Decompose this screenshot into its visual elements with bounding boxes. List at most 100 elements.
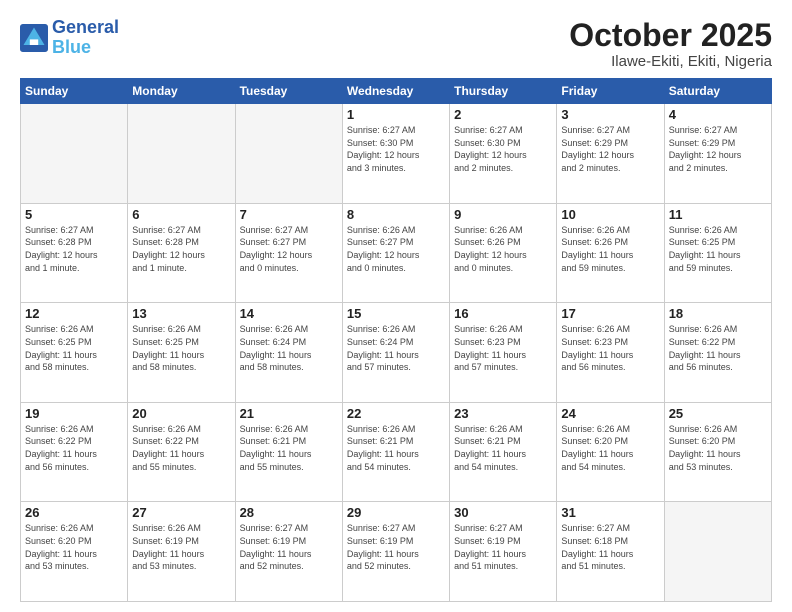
calendar-week-2: 5 Sunrise: 6:27 AM Sunset: 6:28 PM Daylig…	[21, 203, 772, 303]
calendar-cell: 27Sunrise: 6:26 AM Sunset: 6:19 PM Dayli…	[128, 502, 235, 602]
calendar-cell	[235, 104, 342, 204]
day-number: 20	[132, 406, 230, 421]
day-info: Sunrise: 6:26 AM Sunset: 6:26 PM Dayligh…	[561, 224, 659, 274]
month-title: October 2025	[569, 18, 772, 53]
day-info: Sunrise: 6:27 AM Sunset: 6:18 PM Dayligh…	[561, 522, 659, 572]
calendar-cell: 12 Sunrise: 6:26 AM Sunset: 6:25 PM Dayli…	[21, 303, 128, 403]
calendar-cell: 22 Sunrise: 6:26 AM Sunset: 6:21 PM Dayli…	[342, 402, 449, 502]
calendar-cell	[664, 502, 771, 602]
day-number: 6	[132, 207, 230, 222]
day-number: 7	[240, 207, 338, 222]
weekday-monday: Monday	[128, 79, 235, 104]
day-number: 5	[25, 207, 123, 222]
day-info: Sunrise: 6:26 AM Sunset: 6:20 PM Dayligh…	[25, 522, 123, 572]
calendar-cell: 25 Sunrise: 6:26 AM Sunset: 6:20 PM Dayli…	[664, 402, 771, 502]
calendar-cell: 14 Sunrise: 6:26 AM Sunset: 6:24 PM Dayli…	[235, 303, 342, 403]
day-info: Sunrise: 6:27 AM Sunset: 6:19 PM Dayligh…	[347, 522, 445, 572]
calendar-cell: 1 Sunrise: 6:27 AM Sunset: 6:30 PM Daylig…	[342, 104, 449, 204]
day-info: Sunrise: 6:26 AM Sunset: 6:24 PM Dayligh…	[240, 323, 338, 373]
logo-icon	[20, 24, 48, 52]
calendar-cell: 31Sunrise: 6:27 AM Sunset: 6:18 PM Dayli…	[557, 502, 664, 602]
calendar-cell: 15Sunrise: 6:26 AM Sunset: 6:24 PM Dayli…	[342, 303, 449, 403]
calendar-cell: 16 Sunrise: 6:26 AM Sunset: 6:23 PM Dayli…	[450, 303, 557, 403]
day-info: Sunrise: 6:26 AM Sunset: 6:22 PM Dayligh…	[25, 423, 123, 473]
day-info: Sunrise: 6:26 AM Sunset: 6:21 PM Dayligh…	[347, 423, 445, 473]
day-number: 29	[347, 505, 445, 520]
day-number: 13	[132, 306, 230, 321]
calendar-cell: 4 Sunrise: 6:27 AM Sunset: 6:29 PM Daylig…	[664, 104, 771, 204]
day-info: Sunrise: 6:26 AM Sunset: 6:25 PM Dayligh…	[25, 323, 123, 373]
day-number: 16	[454, 306, 552, 321]
calendar-cell: 18 Sunrise: 6:26 AM Sunset: 6:22 PM Dayli…	[664, 303, 771, 403]
weekday-saturday: Saturday	[664, 79, 771, 104]
title-block: October 2025 Ilawe-Ekiti, Ekiti, Nigeria	[569, 18, 772, 70]
day-number: 11	[669, 207, 767, 222]
calendar-cell: 29 Sunrise: 6:27 AM Sunset: 6:19 PM Dayli…	[342, 502, 449, 602]
weekday-sunday: Sunday	[21, 79, 128, 104]
day-number: 12	[25, 306, 123, 321]
calendar-week-4: 19 Sunrise: 6:26 AM Sunset: 6:22 PM Dayli…	[21, 402, 772, 502]
calendar-cell: 11 Sunrise: 6:26 AM Sunset: 6:25 PM Dayli…	[664, 203, 771, 303]
day-number: 8	[347, 207, 445, 222]
day-number: 4	[669, 107, 767, 122]
weekday-tuesday: Tuesday	[235, 79, 342, 104]
calendar-cell: 23Sunrise: 6:26 AM Sunset: 6:21 PM Dayli…	[450, 402, 557, 502]
calendar-cell: 13Sunrise: 6:26 AM Sunset: 6:25 PM Dayli…	[128, 303, 235, 403]
day-info: Sunrise: 6:27 AM Sunset: 6:28 PM Dayligh…	[25, 224, 123, 274]
day-number: 15	[347, 306, 445, 321]
day-info: Sunrise: 6:26 AM Sunset: 6:22 PM Dayligh…	[132, 423, 230, 473]
weekday-friday: Friday	[557, 79, 664, 104]
day-number: 18	[669, 306, 767, 321]
day-number: 14	[240, 306, 338, 321]
calendar-cell: 19 Sunrise: 6:26 AM Sunset: 6:22 PM Dayli…	[21, 402, 128, 502]
calendar-cell: 17 Sunrise: 6:26 AM Sunset: 6:23 PM Dayli…	[557, 303, 664, 403]
day-number: 10	[561, 207, 659, 222]
day-info: Sunrise: 6:26 AM Sunset: 6:20 PM Dayligh…	[561, 423, 659, 473]
weekday-header-row: SundayMondayTuesdayWednesdayThursdayFrid…	[21, 79, 772, 104]
calendar-cell	[21, 104, 128, 204]
calendar-week-3: 12 Sunrise: 6:26 AM Sunset: 6:25 PM Dayli…	[21, 303, 772, 403]
logo-line2: Blue	[52, 37, 91, 57]
day-info: Sunrise: 6:26 AM Sunset: 6:25 PM Dayligh…	[669, 224, 767, 274]
calendar-body: 1 Sunrise: 6:27 AM Sunset: 6:30 PM Daylig…	[21, 104, 772, 602]
day-info: Sunrise: 6:27 AM Sunset: 6:29 PM Dayligh…	[561, 124, 659, 174]
day-number: 22	[347, 406, 445, 421]
day-number: 19	[25, 406, 123, 421]
day-number: 24	[561, 406, 659, 421]
day-number: 9	[454, 207, 552, 222]
calendar-cell: 9 Sunrise: 6:26 AM Sunset: 6:26 PM Daylig…	[450, 203, 557, 303]
day-number: 25	[669, 406, 767, 421]
calendar-cell: 10 Sunrise: 6:26 AM Sunset: 6:26 PM Dayli…	[557, 203, 664, 303]
calendar-cell: 26 Sunrise: 6:26 AM Sunset: 6:20 PM Dayli…	[21, 502, 128, 602]
calendar-table: SundayMondayTuesdayWednesdayThursdayFrid…	[20, 78, 772, 602]
day-number: 21	[240, 406, 338, 421]
calendar-cell: 30Sunrise: 6:27 AM Sunset: 6:19 PM Dayli…	[450, 502, 557, 602]
day-info: Sunrise: 6:27 AM Sunset: 6:19 PM Dayligh…	[240, 522, 338, 572]
calendar-cell: 24 Sunrise: 6:26 AM Sunset: 6:20 PM Dayli…	[557, 402, 664, 502]
day-number: 17	[561, 306, 659, 321]
day-number: 1	[347, 107, 445, 122]
day-info: Sunrise: 6:26 AM Sunset: 6:22 PM Dayligh…	[669, 323, 767, 373]
day-info: Sunrise: 6:26 AM Sunset: 6:20 PM Dayligh…	[669, 423, 767, 473]
weekday-thursday: Thursday	[450, 79, 557, 104]
logo: General Blue	[20, 18, 119, 58]
day-number: 28	[240, 505, 338, 520]
day-number: 26	[25, 505, 123, 520]
location: Ilawe-Ekiti, Ekiti, Nigeria	[569, 53, 772, 70]
calendar-cell	[128, 104, 235, 204]
calendar-header: SundayMondayTuesdayWednesdayThursdayFrid…	[21, 79, 772, 104]
day-info: Sunrise: 6:26 AM Sunset: 6:21 PM Dayligh…	[240, 423, 338, 473]
day-info: Sunrise: 6:27 AM Sunset: 6:29 PM Dayligh…	[669, 124, 767, 174]
day-number: 2	[454, 107, 552, 122]
day-info: Sunrise: 6:27 AM Sunset: 6:30 PM Dayligh…	[347, 124, 445, 174]
calendar-cell: 8 Sunrise: 6:26 AM Sunset: 6:27 PM Daylig…	[342, 203, 449, 303]
logo-text: General Blue	[52, 18, 119, 58]
day-number: 3	[561, 107, 659, 122]
day-number: 23	[454, 406, 552, 421]
day-info: Sunrise: 6:27 AM Sunset: 6:19 PM Dayligh…	[454, 522, 552, 572]
day-info: Sunrise: 6:26 AM Sunset: 6:23 PM Dayligh…	[561, 323, 659, 373]
day-info: Sunrise: 6:26 AM Sunset: 6:27 PM Dayligh…	[347, 224, 445, 274]
calendar-cell: 28 Sunrise: 6:27 AM Sunset: 6:19 PM Dayli…	[235, 502, 342, 602]
day-info: Sunrise: 6:26 AM Sunset: 6:23 PM Dayligh…	[454, 323, 552, 373]
day-info: Sunrise: 6:26 AM Sunset: 6:26 PM Dayligh…	[454, 224, 552, 274]
